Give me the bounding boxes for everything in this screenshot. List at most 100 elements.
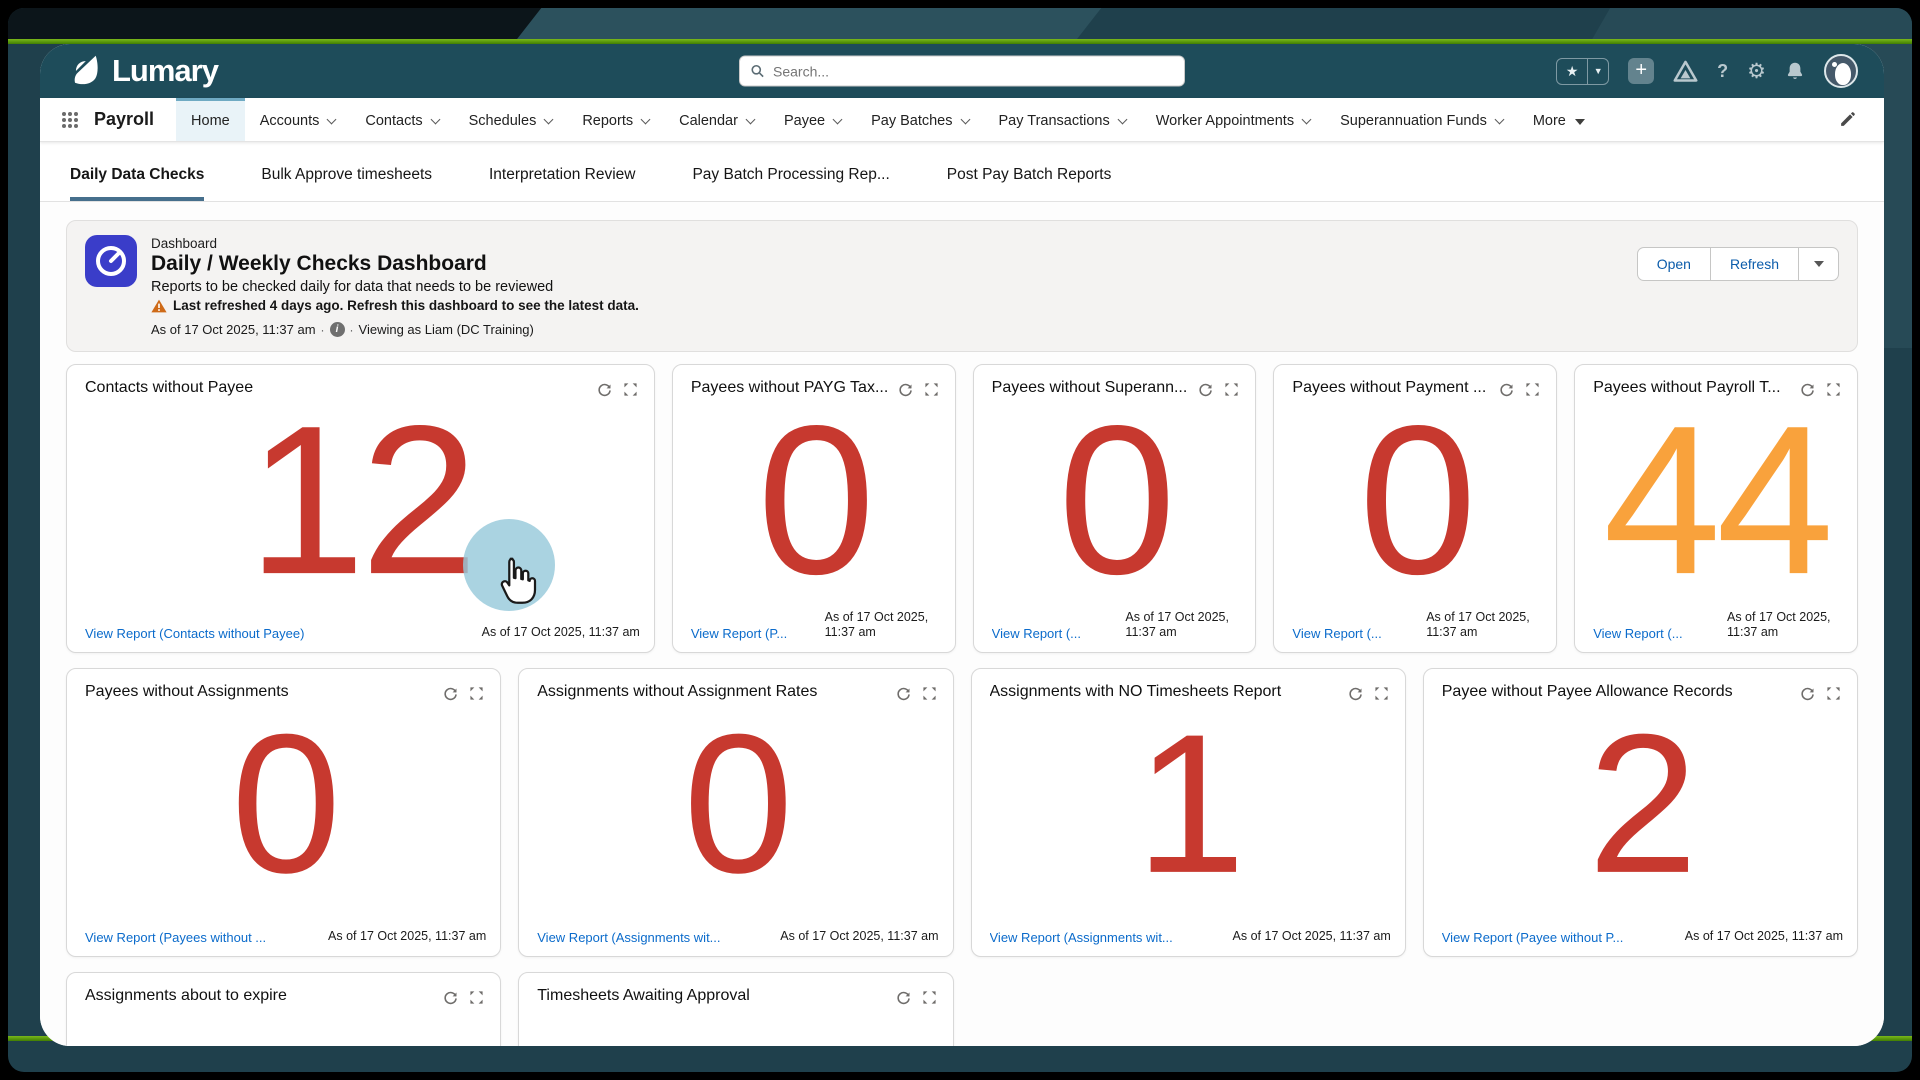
more-actions-dropdown-button[interactable] bbox=[1799, 247, 1839, 281]
viewing-as-label: Viewing as Liam (DC Training) bbox=[359, 322, 534, 337]
avatar-figure bbox=[1835, 63, 1851, 85]
nav-tab-reports[interactable]: Reports bbox=[567, 98, 664, 141]
nav-tab-superannuation-funds[interactable]: Superannuation Funds bbox=[1325, 98, 1518, 141]
screen: Lumary ★ ▼ + bbox=[0, 0, 1920, 1080]
card-as-of: As of 17 Oct 2025, 11:37 am bbox=[1685, 929, 1843, 945]
desktop-light-wedge bbox=[515, 8, 1102, 42]
global-search[interactable] bbox=[739, 56, 1185, 87]
search-input[interactable] bbox=[773, 63, 1174, 79]
trail-icon[interactable] bbox=[1673, 60, 1698, 83]
chevron-down-icon[interactable] bbox=[960, 114, 970, 124]
dashboard-gauge-icon bbox=[85, 235, 137, 337]
chevron-down-icon[interactable] bbox=[833, 114, 843, 124]
help-icon[interactable]: ? bbox=[1717, 61, 1728, 82]
subtab-daily-data-checks[interactable]: Daily Data Checks bbox=[70, 166, 204, 201]
metric-cards-row-1: Contacts without Payee 12 View Report (C… bbox=[66, 364, 1858, 653]
view-report-link[interactable]: View Report (... bbox=[992, 626, 1081, 641]
nav-tab-schedules[interactable]: Schedules bbox=[454, 98, 568, 141]
dashboard-type-label: Dashboard bbox=[151, 236, 639, 251]
nav-tab-accounts[interactable]: Accounts bbox=[245, 98, 351, 141]
metric-card-payees-without-payroll-tax: Payees without Payroll T... 44 View Repo… bbox=[1574, 364, 1858, 653]
setup-gear-icon[interactable]: ⚙ bbox=[1747, 61, 1766, 82]
dashboard-title: Daily / Weekly Checks Dashboard bbox=[151, 252, 639, 276]
refresh-button[interactable]: Refresh bbox=[1711, 247, 1799, 281]
nav-tab-calendar[interactable]: Calendar bbox=[664, 98, 769, 141]
nav-tab-home[interactable]: Home bbox=[176, 98, 245, 141]
refresh-icon[interactable] bbox=[896, 686, 911, 701]
view-report-link[interactable]: View Report (Payees without ... bbox=[85, 930, 266, 945]
metric-value: 0 bbox=[519, 723, 952, 885]
notifications-bell-icon[interactable] bbox=[1785, 61, 1805, 81]
expand-icon[interactable] bbox=[623, 382, 638, 397]
lumary-logo-icon bbox=[66, 53, 102, 89]
chevron-down-icon[interactable] bbox=[430, 114, 440, 124]
expand-icon[interactable] bbox=[1826, 686, 1841, 701]
metric-value: 1 bbox=[972, 723, 1405, 885]
expand-icon[interactable] bbox=[1224, 382, 1239, 397]
expand-icon[interactable] bbox=[469, 686, 484, 701]
nav-tab-pay-batches[interactable]: Pay Batches bbox=[856, 98, 983, 141]
expand-icon[interactable] bbox=[922, 990, 937, 1005]
view-report-link[interactable]: View Report (Payee without P... bbox=[1442, 930, 1624, 945]
subtab-pay-batch-processing-reports[interactable]: Pay Batch Processing Rep... bbox=[692, 166, 889, 201]
metric-card-timesheets-awaiting-approval: Timesheets Awaiting Approval bbox=[518, 972, 953, 1046]
nav-tab-worker-appointments[interactable]: Worker Appointments bbox=[1141, 98, 1325, 141]
chevron-down-icon[interactable] bbox=[544, 114, 554, 124]
refresh-icon[interactable] bbox=[597, 382, 612, 397]
refresh-icon[interactable] bbox=[1800, 686, 1815, 701]
refresh-icon[interactable] bbox=[1348, 686, 1363, 701]
favorites-dropdown-icon[interactable]: ▼ bbox=[1587, 59, 1608, 84]
dashboard-subtabs: Daily Data Checks Bulk Approve timesheet… bbox=[40, 142, 1884, 202]
metric-value: 0 bbox=[974, 413, 1256, 587]
subtab-interpretation-review[interactable]: Interpretation Review bbox=[489, 166, 635, 201]
app-launcher-icon[interactable] bbox=[62, 112, 78, 128]
caret-down-icon[interactable] bbox=[1575, 119, 1585, 125]
chevron-down-icon[interactable] bbox=[1302, 114, 1312, 124]
global-add-icon[interactable]: + bbox=[1628, 58, 1654, 84]
open-button[interactable]: Open bbox=[1637, 247, 1711, 281]
edit-page-pencil-icon[interactable] bbox=[1811, 111, 1884, 128]
expand-icon[interactable] bbox=[1374, 686, 1389, 701]
favorites-button[interactable]: ★ ▼ bbox=[1556, 58, 1609, 85]
refresh-icon[interactable] bbox=[1499, 382, 1514, 397]
subtab-post-pay-batch-reports[interactable]: Post Pay Batch Reports bbox=[947, 166, 1112, 201]
view-report-link[interactable]: View Report (Assignments wit... bbox=[990, 930, 1173, 945]
info-icon[interactable]: i bbox=[330, 322, 345, 337]
chevron-down-icon[interactable] bbox=[1117, 114, 1127, 124]
refresh-icon[interactable] bbox=[443, 990, 458, 1005]
chevron-down-icon[interactable] bbox=[327, 114, 337, 124]
card-as-of: As of 17 Oct 2025, 11:37 am bbox=[1233, 929, 1391, 945]
separator-dot: · bbox=[321, 323, 325, 337]
nav-tab-more[interactable]: More bbox=[1518, 98, 1600, 141]
view-report-link[interactable]: View Report (Contacts without Payee) bbox=[85, 626, 304, 641]
separator-dot: · bbox=[350, 323, 354, 337]
nav-tab-contacts[interactable]: Contacts bbox=[350, 98, 453, 141]
nav-tab-pay-transactions[interactable]: Pay Transactions bbox=[984, 98, 1141, 141]
expand-icon[interactable] bbox=[922, 686, 937, 701]
expand-icon[interactable] bbox=[1525, 382, 1540, 397]
chevron-down-icon[interactable] bbox=[641, 114, 651, 124]
refresh-icon[interactable] bbox=[443, 686, 458, 701]
lumary-logo[interactable]: Lumary bbox=[66, 53, 218, 89]
view-report-link[interactable]: View Report (... bbox=[1292, 626, 1381, 641]
metric-cards-row-3: Assignments about to expire Timesheets A… bbox=[66, 972, 1858, 1046]
view-report-link[interactable]: View Report (... bbox=[1593, 626, 1682, 641]
metric-card-payees-without-superannuation: Payees without Superann... 0 View Report… bbox=[973, 364, 1257, 653]
dashboard-actions: Open Refresh bbox=[1637, 235, 1839, 337]
metric-value: 44 bbox=[1575, 413, 1857, 587]
search-icon bbox=[750, 64, 765, 79]
dashboard-description: Reports to be checked daily for data tha… bbox=[151, 279, 639, 295]
favorites-star-icon[interactable]: ★ bbox=[1557, 59, 1587, 84]
refresh-icon[interactable] bbox=[896, 990, 911, 1005]
chevron-down-icon[interactable] bbox=[1494, 114, 1504, 124]
refresh-icon[interactable] bbox=[898, 382, 913, 397]
expand-icon[interactable] bbox=[924, 382, 939, 397]
chevron-down-icon[interactable] bbox=[746, 114, 756, 124]
expand-icon[interactable] bbox=[469, 990, 484, 1005]
refresh-icon[interactable] bbox=[1198, 382, 1213, 397]
nav-tab-payee[interactable]: Payee bbox=[769, 98, 856, 141]
subtab-bulk-approve-timesheets[interactable]: Bulk Approve timesheets bbox=[261, 166, 432, 201]
view-report-link[interactable]: View Report (P... bbox=[691, 626, 787, 641]
view-report-link[interactable]: View Report (Assignments wit... bbox=[537, 930, 720, 945]
user-avatar[interactable] bbox=[1824, 54, 1858, 88]
